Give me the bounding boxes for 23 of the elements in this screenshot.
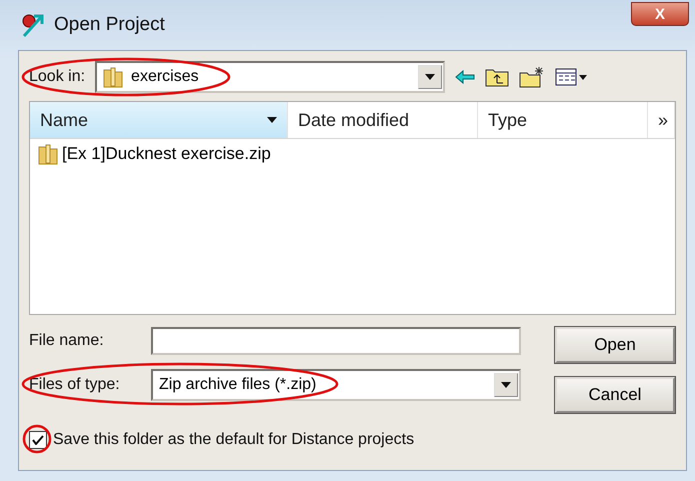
file-name-field[interactable] <box>151 327 521 355</box>
app-icon <box>20 12 46 38</box>
check-icon <box>32 435 44 445</box>
folder-icon <box>103 66 124 88</box>
file-name-label: File name: <box>29 332 105 350</box>
files-of-type-label: Files of type: <box>29 376 121 394</box>
look-in-dropdown[interactable]: exercises <box>95 61 446 93</box>
back-arrow-icon[interactable] <box>455 70 476 84</box>
zip-folder-icon <box>38 143 58 165</box>
column-header[interactable]: Name <box>30 102 288 138</box>
checkbox-label: Save this folder as the default for Distance projects <box>53 431 414 449</box>
new-folder-icon[interactable] <box>519 66 546 88</box>
caret-icon <box>501 382 511 388</box>
dialog-button[interactable]: Cancel <box>555 377 675 413</box>
look-in-label: Look in: <box>29 68 86 86</box>
window-title: Open Project <box>54 14 165 36</box>
dialog-button[interactable]: Open <box>555 327 675 363</box>
file-item[interactable]: [Ex 1]Ducknest exercise.zip <box>30 139 279 169</box>
up-folder-icon[interactable] <box>485 67 510 87</box>
view-menu-icon[interactable] <box>555 67 590 87</box>
caret-icon <box>425 74 436 80</box>
checkbox[interactable] <box>29 431 47 449</box>
files-of-type-dropdown[interactable]: Zip archive files (*.zip) <box>151 369 521 401</box>
